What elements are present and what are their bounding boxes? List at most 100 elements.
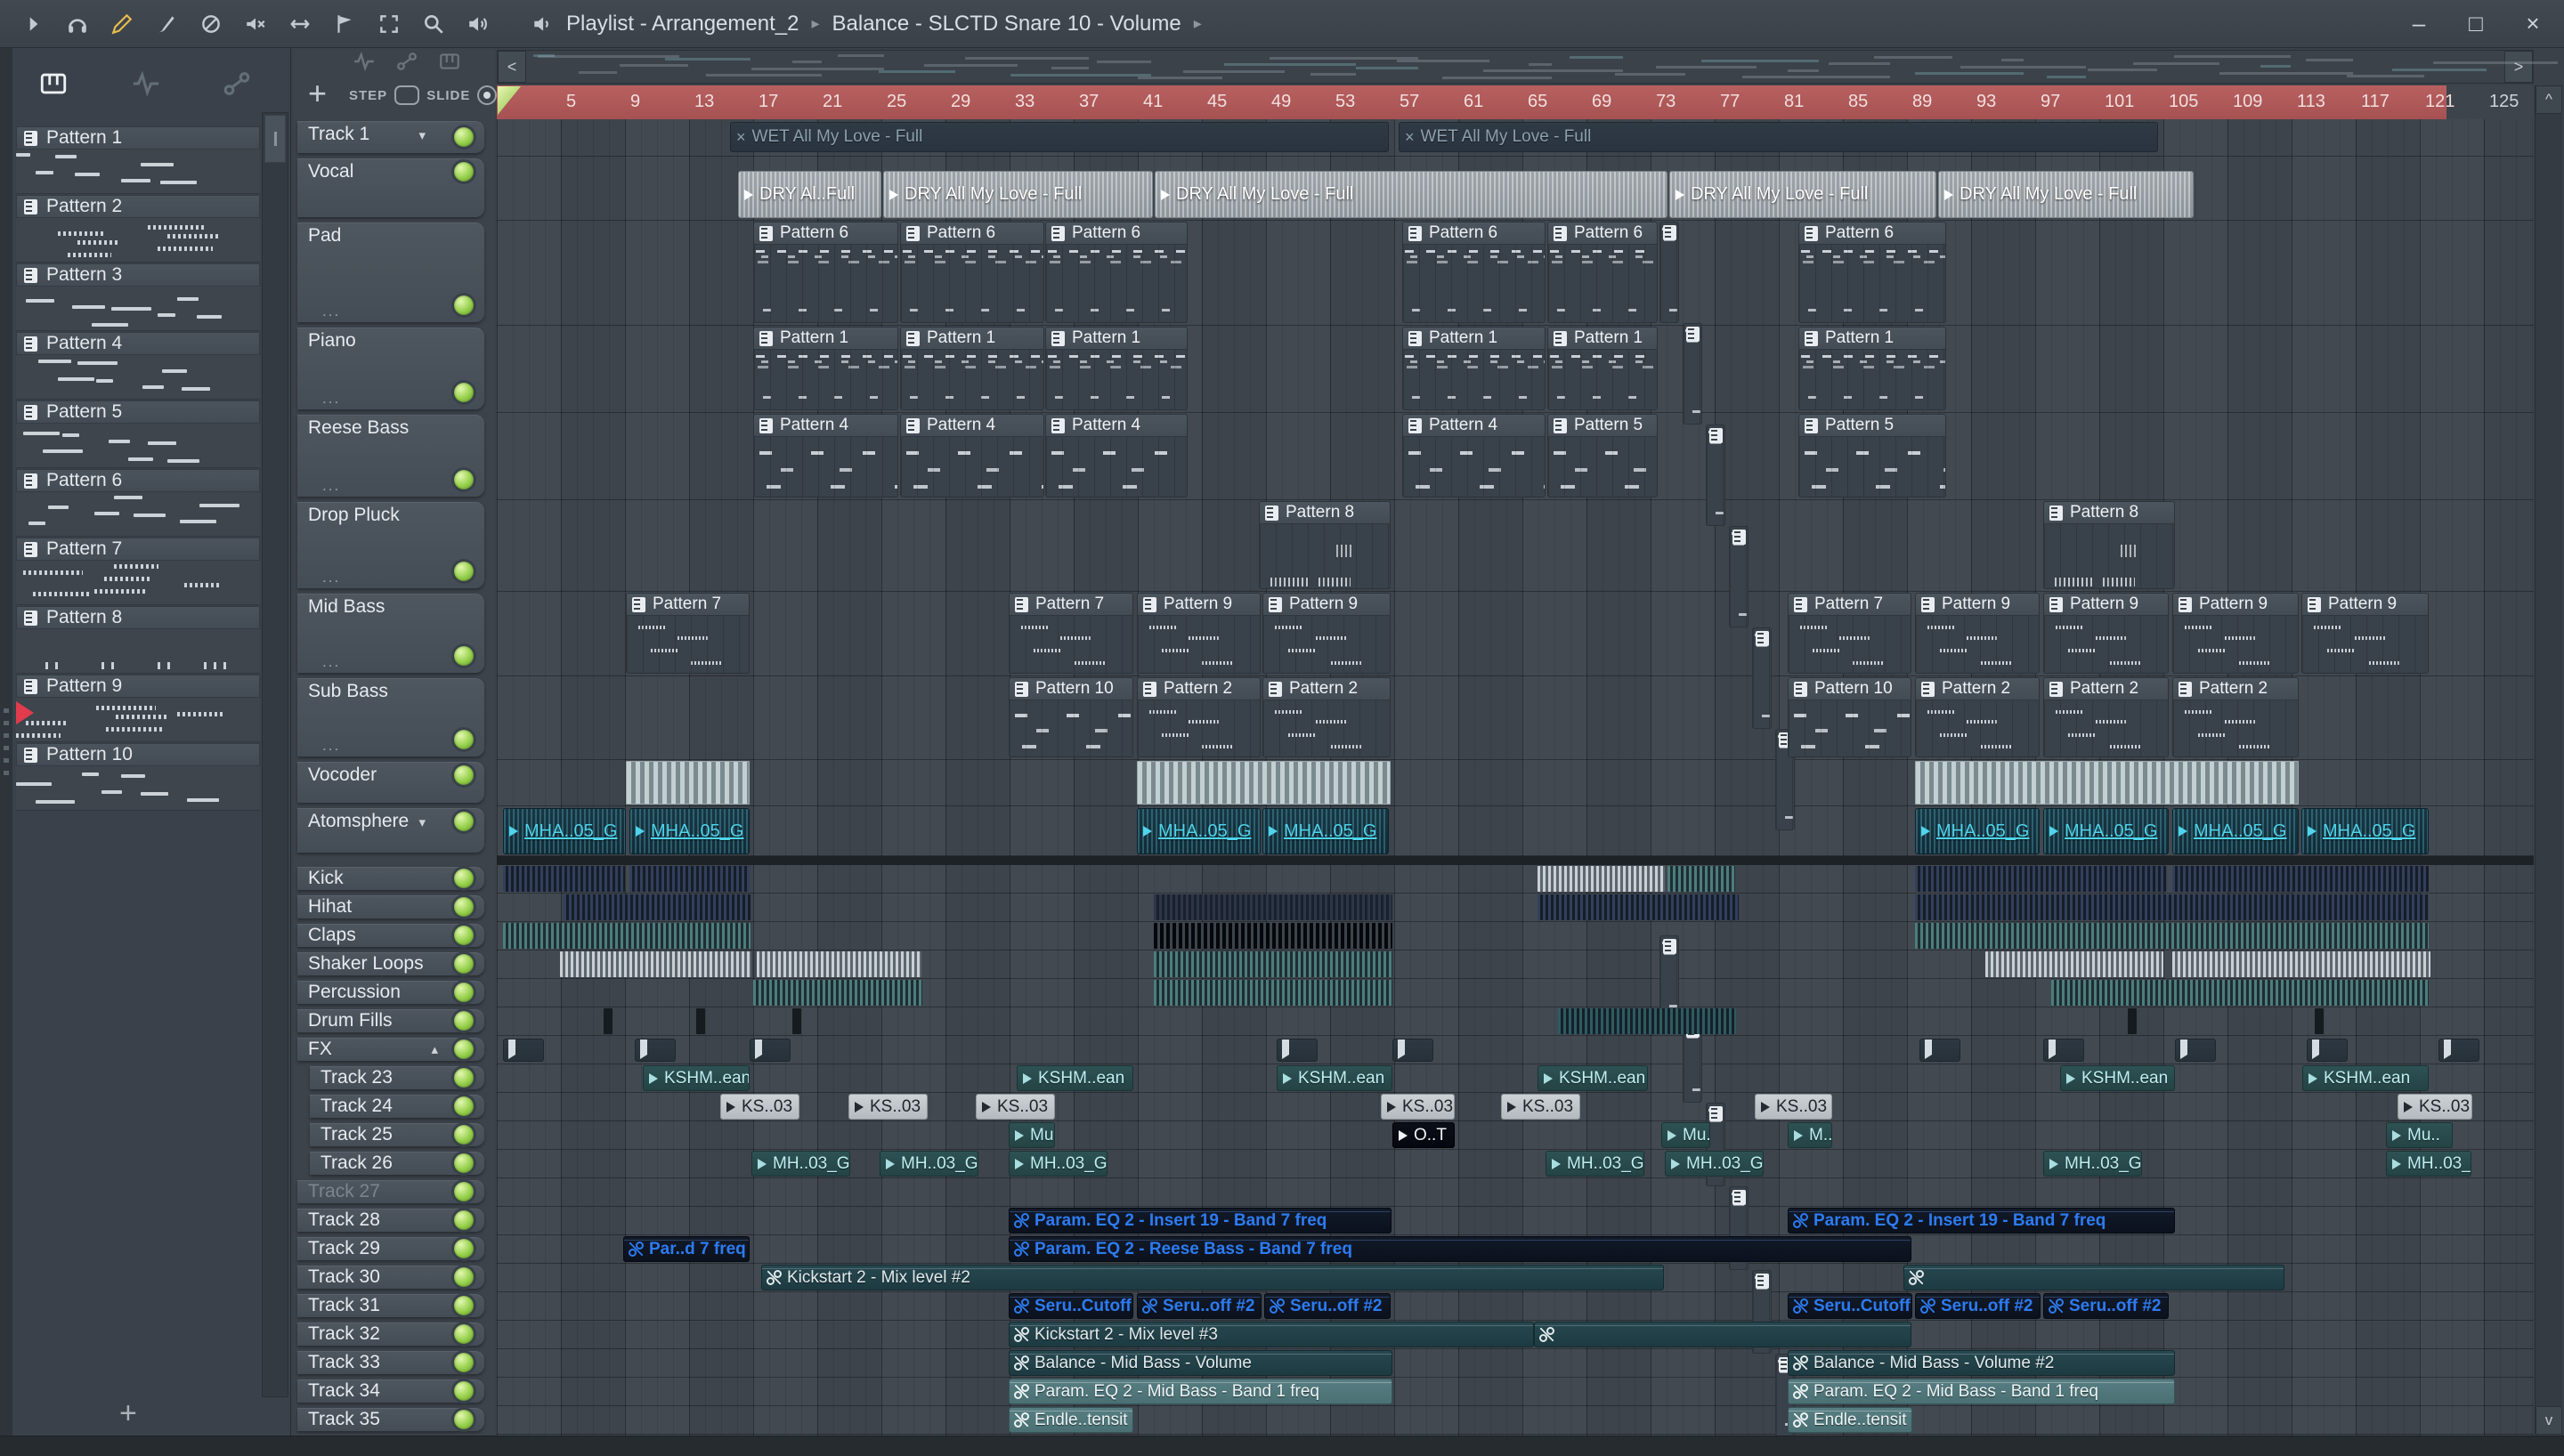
track-options-dots[interactable]: ... xyxy=(322,390,340,408)
mute-led[interactable] xyxy=(454,954,474,974)
audio-clip[interactable]: KS..03 xyxy=(1755,1094,1832,1120)
pattern-item-header[interactable]: Pattern 9 xyxy=(16,675,260,698)
automation-clip[interactable]: Seru..Cutoff xyxy=(1009,1293,1133,1319)
chevron-up-icon[interactable]: ▴ xyxy=(431,1041,438,1057)
track-header-vocoder[interactable]: Vocoder xyxy=(297,762,484,803)
drum-loop-clip[interactable] xyxy=(2172,951,2430,977)
mute-led[interactable] xyxy=(454,1324,474,1344)
mute-led[interactable] xyxy=(454,730,474,749)
mute-led[interactable] xyxy=(454,1410,474,1429)
pattern-list-item[interactable]: Pattern 3 xyxy=(16,263,260,331)
track-header-t35[interactable]: Track 35 xyxy=(297,1408,484,1431)
headphones-icon[interactable] xyxy=(62,9,93,39)
track-options-dots[interactable]: ... xyxy=(322,477,340,495)
audio-clip[interactable]: KS..03 xyxy=(720,1094,799,1120)
pattern-clip-mini[interactable] xyxy=(1706,425,1725,526)
track-header-pad[interactable]: Pad... xyxy=(297,222,484,322)
mute-led[interactable] xyxy=(454,983,474,1002)
pattern-clip[interactable]: Pattern 6 xyxy=(753,222,898,323)
pattern-clip[interactable]: Pattern 6 xyxy=(1547,222,1658,323)
audio-clip[interactable]: KS..03 xyxy=(1501,1094,1580,1120)
drum-loop-clip[interactable] xyxy=(626,761,750,805)
audio-clip[interactable]: KSHM..ean xyxy=(643,1065,750,1091)
audio-clip[interactable]: KSHM..ean xyxy=(1017,1065,1133,1091)
pattern-item-header[interactable]: Pattern 2 xyxy=(16,195,260,218)
track-options-dots[interactable]: ... xyxy=(322,569,340,586)
pattern-clip[interactable]: Pattern 8 xyxy=(2043,501,2175,589)
track-header-vocal[interactable]: Vocal xyxy=(297,158,484,217)
audio-clip[interactable]: DRY All My Love - Full xyxy=(1155,171,1667,218)
audio-clip[interactable]: MH..03_G xyxy=(880,1151,978,1177)
pattern-clip[interactable]: Pattern 1 xyxy=(1045,327,1188,410)
mute-led[interactable] xyxy=(454,1353,474,1372)
audio-clip[interactable]: DRY Al..Full xyxy=(738,171,881,218)
audio-clip[interactable]: DRY All My Love - Full xyxy=(1938,171,2194,218)
pattern-clip-mini[interactable] xyxy=(1683,323,1702,425)
pattern-clip[interactable]: Pattern 9 xyxy=(1915,593,2040,674)
audio-clip[interactable]: Mu.. xyxy=(1009,1122,1055,1148)
muted-audio-clip[interactable]: × WET All My Love - Full xyxy=(730,122,1389,152)
fx-clip[interactable] xyxy=(2043,1039,2084,1062)
fx-clip[interactable] xyxy=(1919,1039,1960,1062)
track-header-fx[interactable]: FX ▴ xyxy=(297,1038,484,1061)
scroll-left-button[interactable]: < xyxy=(498,51,526,83)
drum-loop-clip[interactable] xyxy=(757,951,921,977)
audio-clip[interactable]: MHA..05_G xyxy=(1915,808,2040,854)
automation-clip[interactable]: Endle..tensit xyxy=(1009,1407,1133,1433)
mute-led[interactable] xyxy=(454,812,474,831)
track-header-perc[interactable]: Percussion xyxy=(297,981,484,1004)
pattern-clip[interactable]: Pattern 4 xyxy=(900,414,1044,497)
mute-led[interactable] xyxy=(454,562,474,581)
pattern-clip[interactable]: Pattern 5 xyxy=(1547,414,1658,497)
drum-loop-clip[interactable] xyxy=(503,923,751,949)
mute-led[interactable] xyxy=(454,926,474,945)
automation-clip[interactable]: Param. EQ 2 - Insert 19 - Band 7 freq xyxy=(1009,1208,1392,1234)
scrollbar-thumb[interactable] xyxy=(264,115,286,163)
audio-clip[interactable]: Mu.. xyxy=(2386,1122,2453,1148)
pattern-list-item[interactable]: Pattern 9 xyxy=(16,675,260,742)
track-header-claps[interactable]: Claps xyxy=(297,924,484,947)
mute-led[interactable] xyxy=(454,869,474,888)
pattern-clip[interactable]: Pattern 9 xyxy=(2043,593,2169,674)
audio-clip[interactable]: KS..03 xyxy=(2398,1094,2472,1120)
track-header-kick[interactable]: Kick xyxy=(297,867,484,890)
track-header-reese[interactable]: Reese Bass... xyxy=(297,415,484,497)
drum-loop-clip[interactable] xyxy=(1137,761,1391,805)
track-header-atmos[interactable]: Atomsphere ▾ xyxy=(297,808,484,853)
mute-led[interactable] xyxy=(454,1011,474,1031)
brackets-icon[interactable] xyxy=(374,9,404,39)
mute-led[interactable] xyxy=(454,646,474,666)
track-header-t26[interactable]: Track 26 xyxy=(310,1152,484,1175)
audio-clip[interactable]: MH..03_G xyxy=(1009,1151,1108,1177)
mute-led[interactable] xyxy=(454,1210,474,1230)
automation-clip[interactable]: Seru..off #2 xyxy=(1264,1293,1391,1319)
automation-clip[interactable]: Kickstart 2 - Mix level #2 xyxy=(761,1265,1664,1290)
pattern-list-item[interactable]: Pattern 8 xyxy=(16,606,260,674)
audio-clip[interactable]: KSHM..ean xyxy=(1538,1065,1648,1091)
mute-led[interactable] xyxy=(454,470,474,489)
audio-clip[interactable]: KS..03 xyxy=(1381,1094,1455,1120)
pattern-item-header[interactable]: Pattern 10 xyxy=(16,743,260,766)
track-header-t30[interactable]: Track 30 xyxy=(297,1266,484,1289)
caret-icon[interactable] xyxy=(18,9,48,39)
pattern-clip[interactable]: Pattern 1 xyxy=(753,327,898,410)
pattern-list-item[interactable]: Pattern 10 xyxy=(16,743,260,811)
pattern-clip[interactable]: Pattern 6 xyxy=(1402,222,1546,323)
track-header-piano[interactable]: Piano... xyxy=(297,328,484,409)
pattern-clip-mini[interactable] xyxy=(1729,526,1749,627)
automation-clip[interactable]: Kickstart 2 - Mix level #3 xyxy=(1009,1322,1534,1347)
drum-loop-clip[interactable] xyxy=(564,894,751,920)
pattern-clip[interactable]: Pattern 4 xyxy=(1045,414,1188,497)
brush-icon[interactable] xyxy=(151,9,182,39)
fx-clip[interactable] xyxy=(1277,1039,1318,1062)
pattern-clip[interactable]: Pattern 6 xyxy=(1798,222,1946,323)
maximize-button[interactable]: □ xyxy=(2463,10,2489,37)
audio-clip[interactable]: MH..03_G xyxy=(751,1151,850,1177)
pattern-clip[interactable]: Pattern 9 xyxy=(2301,593,2429,674)
mute-led[interactable] xyxy=(454,1068,474,1088)
drum-loop-clip[interactable] xyxy=(1985,951,2163,977)
track-options-dots[interactable]: ... xyxy=(322,653,340,671)
automation-clip[interactable]: Seru..off #2 xyxy=(1915,1293,2041,1319)
audio-clip[interactable]: O..T xyxy=(1392,1122,1455,1148)
drum-loop-clip[interactable] xyxy=(604,1008,613,1034)
